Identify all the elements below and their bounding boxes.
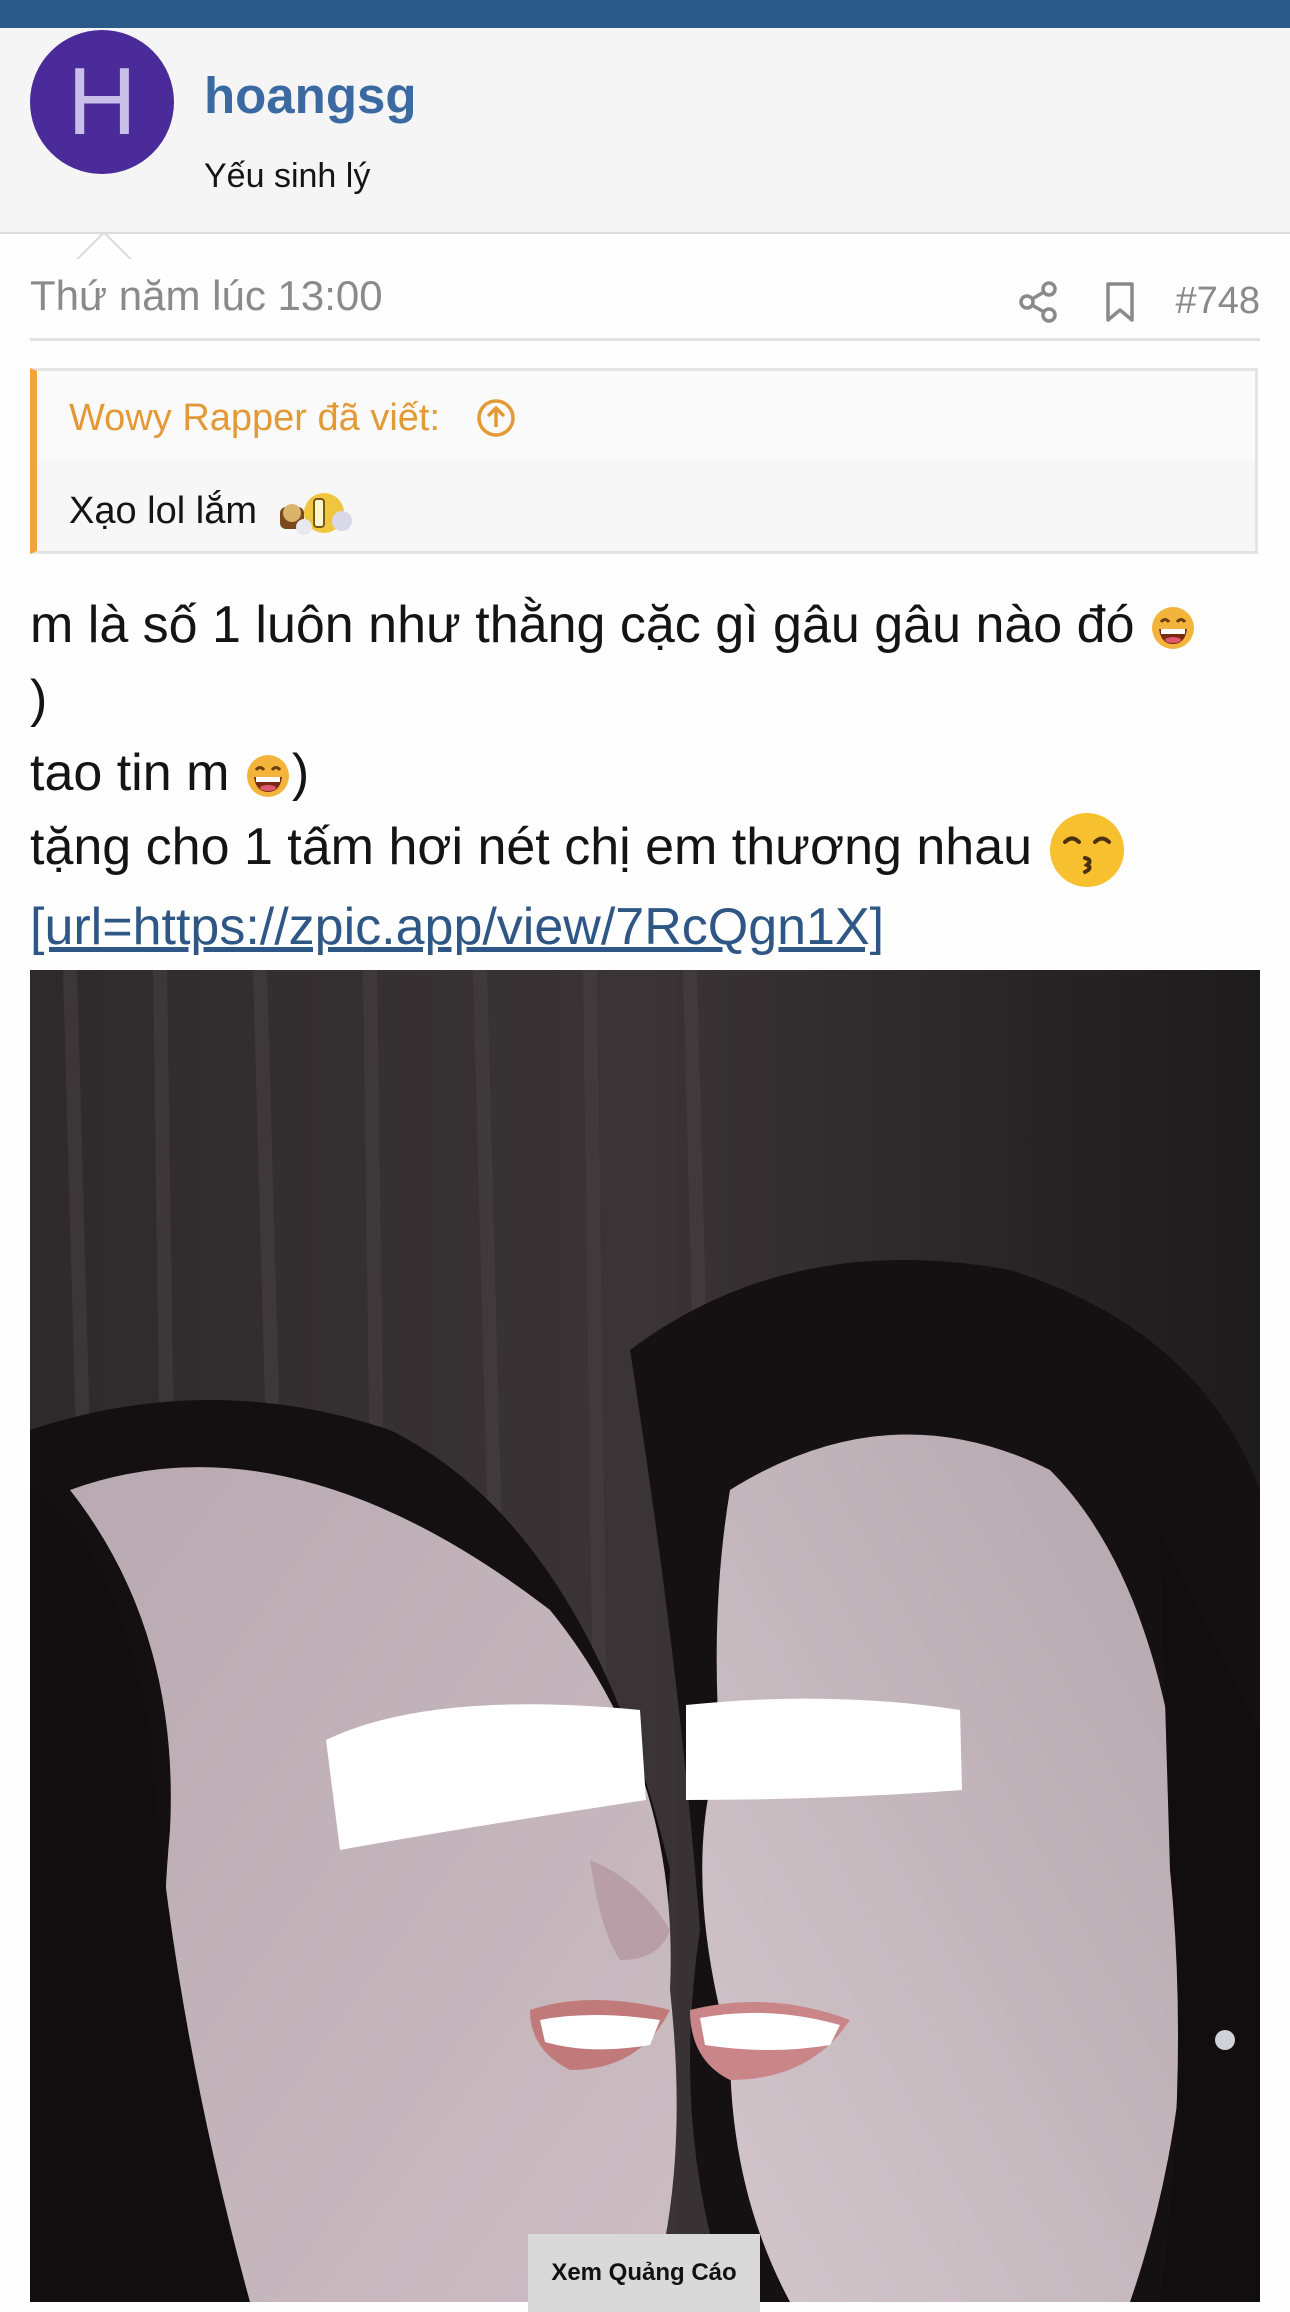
quote-text: Xạo lol lắm [69, 489, 358, 537]
arrow-up-circle-icon[interactable] [475, 397, 517, 439]
post-line-1-text: m là số 1 luôn như thằng cặc gì gâu gâu … [30, 596, 1135, 654]
laughing-emoji-icon [1151, 607, 1194, 650]
post-image[interactable] [30, 970, 1260, 2302]
username[interactable]: hoangsg [204, 68, 417, 124]
bookmark-icon[interactable] [1098, 280, 1142, 324]
post-meta-bar: Thứ năm lúc 13:00 #748 [30, 262, 1260, 341]
laughing-emoji-icon [246, 755, 289, 798]
quote-author[interactable]: Wowy Rapper đã viết: [69, 397, 440, 440]
post-line-4-text: tặng cho 1 tấm hơi nét chị em thương nha… [30, 818, 1033, 876]
user-title: Yếu sinh lý [204, 157, 371, 195]
avatar[interactable]: H [30, 30, 174, 174]
post-line-2: ) [30, 670, 48, 728]
quote-text-content: Xạo lol lắm [69, 490, 257, 533]
laughing-smiley-icon [279, 493, 352, 535]
top-bar [0, 0, 1290, 28]
post-date[interactable]: Thứ năm lúc 13:00 [30, 272, 383, 320]
post-line-3: tao tin m ) [30, 736, 1270, 810]
view-ad-button[interactable]: Xem Quảng Cáo [528, 2234, 760, 2312]
header-pointer [78, 234, 130, 260]
kissing-face-icon [1049, 813, 1124, 888]
post-image-graphic [30, 970, 1260, 2302]
post-line-1: m là số 1 luôn như thằng cặc gì gâu gâu … [30, 588, 1270, 662]
post-body: m là số 1 luôn như thằng cặc gì gâu gâu … [30, 588, 1270, 964]
post-link[interactable]: [url=https://zpic.app/view/7RcQgn1X] [30, 898, 884, 956]
post-line-3-paren: ) [291, 744, 310, 802]
post-line-3-text: tao tin m [30, 744, 230, 802]
quote-block: Wowy Rapper đã viết: Xạo lol lắm [30, 368, 1258, 554]
post-user-header: H hoangsg Yếu sinh lý [0, 28, 1290, 260]
post-link-line: [url=https://zpic.app/view/7RcQgn1X] [30, 890, 1270, 964]
share-icon[interactable] [1016, 280, 1060, 324]
post-line-4: tặng cho 1 tấm hơi nét chị em thương nha… [30, 810, 1270, 890]
post-number[interactable]: #748 [1175, 280, 1260, 323]
avatar-letter: H [67, 48, 137, 155]
